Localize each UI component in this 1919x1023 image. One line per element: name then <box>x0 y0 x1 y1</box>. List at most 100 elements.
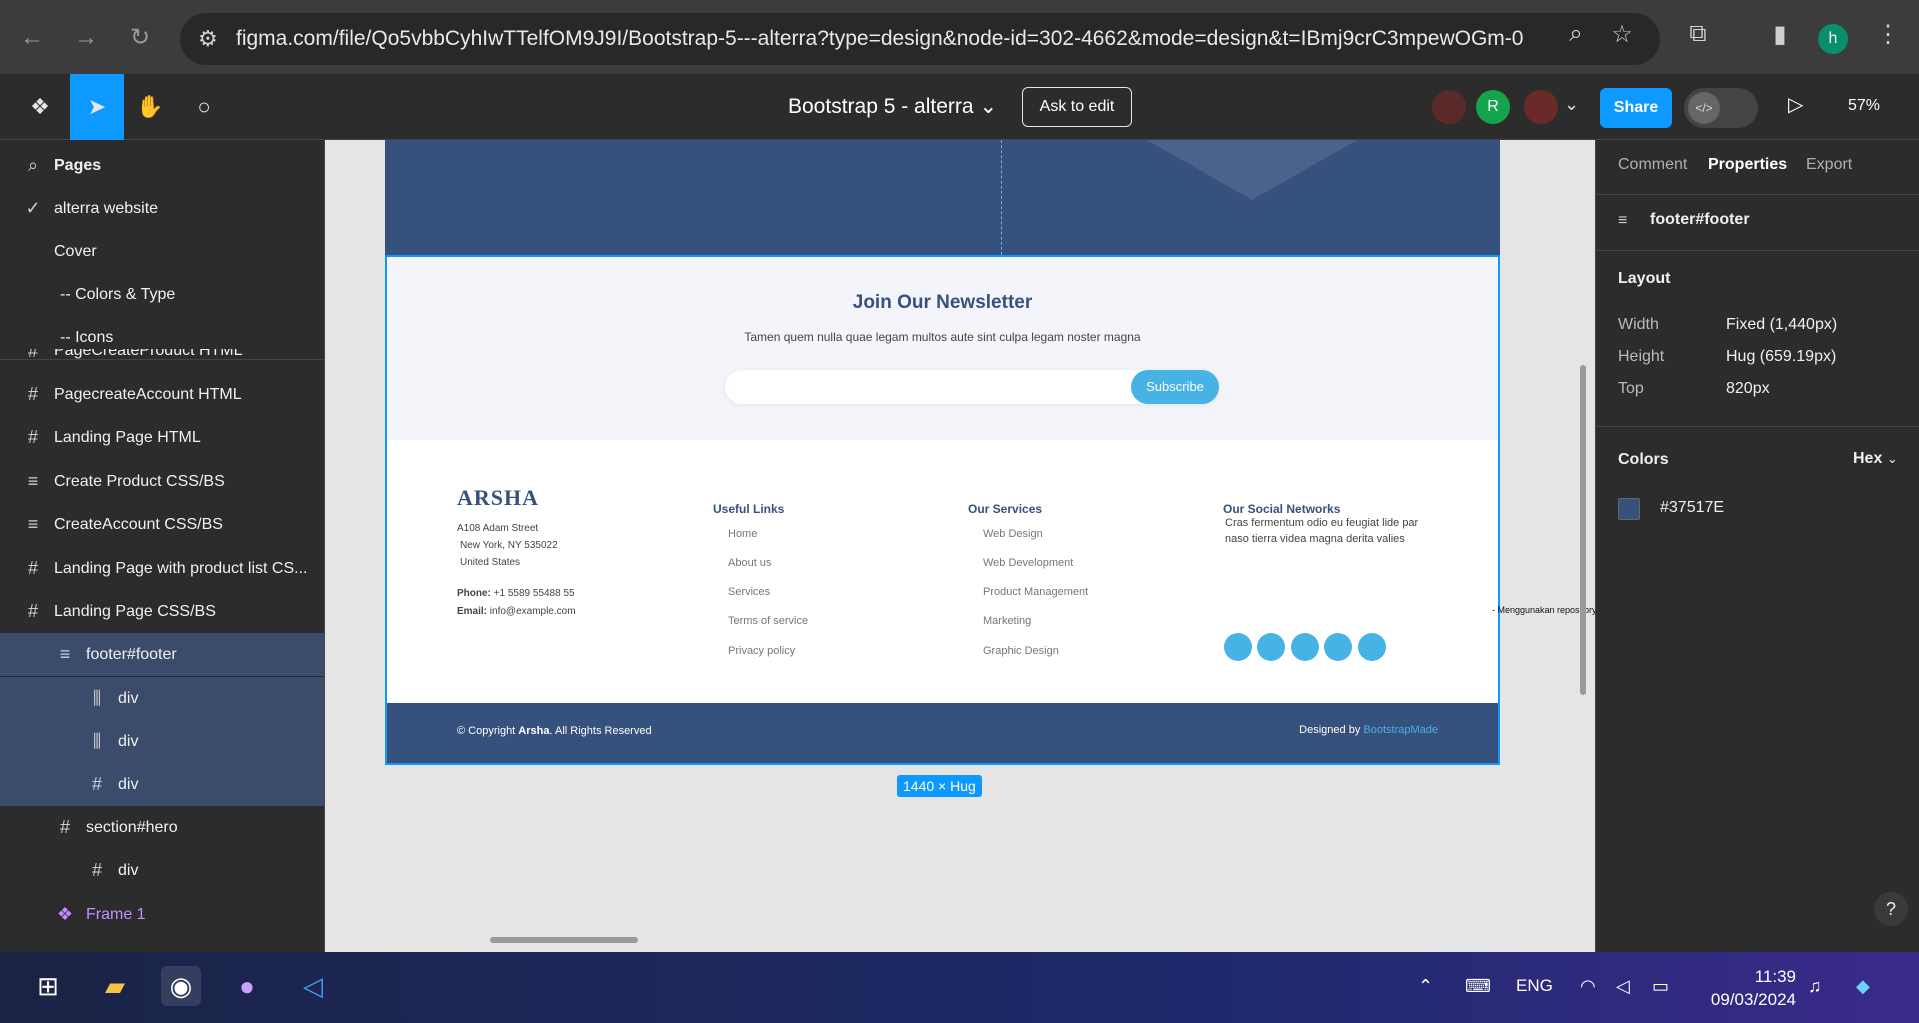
layer-footer-div[interactable]: ⫼ div <box>0 677 324 720</box>
file-explorer-icon[interactable]: ▰ <box>95 966 135 1006</box>
copilot-icon[interactable]: ◆ <box>1856 976 1870 997</box>
design-canvas[interactable]: Join Our Newsletter Tamen quem nulla qua… <box>325 140 1595 952</box>
page-item-alterra-website[interactable]: ✓ alterra website <box>0 187 324 230</box>
avatar[interactable] <box>1432 90 1466 124</box>
footer-frame[interactable]: Join Our Newsletter Tamen quem nulla qua… <box>385 255 1595 765</box>
vscode-icon[interactable]: ◁ <box>293 966 333 1006</box>
layer-pagecreateproduct-html[interactable]: # PageCreateProduct HTML <box>0 349 324 371</box>
layer-pagecreateaccount-html[interactable]: # PagecreateAccount HTML <box>0 373 324 416</box>
service-link-graphic-design[interactable]: Graphic Design <box>983 645 1059 657</box>
chevron-down-icon: ⌄ <box>1886 451 1898 466</box>
avatar[interactable] <box>1524 90 1558 124</box>
more-menu-icon[interactable]: ⋮ <box>1870 20 1906 49</box>
bookmark-star-icon[interactable]: ☆ <box>1604 20 1640 49</box>
color-value[interactable]: #37517E <box>1660 499 1724 517</box>
footer-link-services[interactable]: Services <box>728 586 770 598</box>
extensions-icon[interactable]: ⧉ <box>1680 20 1716 48</box>
language-indicator[interactable]: ENG <box>1516 976 1553 996</box>
layer-section-hero[interactable]: # section#hero <box>0 806 324 849</box>
width-value[interactable]: Fixed (1,440px) <box>1726 316 1837 334</box>
figma-menu-icon[interactable]: ❖ <box>14 74 66 140</box>
tab-export[interactable]: Export <box>1806 156 1852 174</box>
footer-link-terms[interactable]: Terms of service <box>728 615 808 627</box>
share-button[interactable]: Share <box>1600 88 1672 128</box>
social-icon[interactable] <box>1358 633 1386 661</box>
service-link-web-development[interactable]: Web Development <box>983 557 1073 569</box>
profile-avatar[interactable]: h <box>1818 24 1848 54</box>
subscribe-button[interactable]: Subscribe <box>1131 370 1219 404</box>
hero-section-frame[interactable] <box>385 140 1500 255</box>
side-panel-icon[interactable]: ▮ <box>1762 20 1798 49</box>
service-link-marketing[interactable]: Marketing <box>983 615 1031 627</box>
site-info-icon[interactable]: ⚙ <box>198 26 218 52</box>
pages-header[interactable]: ⌕ Pages <box>0 144 324 187</box>
reload-icon[interactable]: ↻ <box>122 20 158 56</box>
address-line: United States <box>460 557 521 568</box>
newsletter-email-input[interactable]: Subscribe <box>725 370 1219 404</box>
layer-hero-div[interactable]: # div <box>0 849 324 892</box>
present-icon[interactable]: ▷ <box>1788 92 1803 117</box>
tab-comment[interactable]: Comment <box>1618 156 1687 174</box>
horizontal-scrollbar[interactable] <box>490 937 638 943</box>
avatar[interactable]: R <box>1476 90 1510 124</box>
autolayout-icon: ≡ <box>59 644 71 664</box>
footer-link-home[interactable]: Home <box>728 528 757 540</box>
height-value[interactable]: Hug (659.19px) <box>1726 348 1836 366</box>
social-icon[interactable] <box>1291 633 1319 661</box>
color-swatch[interactable] <box>1618 498 1640 520</box>
layer-landing-page-css[interactable]: # Landing Page CSS/BS <box>0 590 324 633</box>
back-icon[interactable]: ← <box>14 20 50 56</box>
layer-footer[interactable]: ≡ footer#footer <box>0 633 324 676</box>
layer-create-product-css[interactable]: ≡ Create Product CSS/BS <box>0 460 324 503</box>
ask-to-edit-button[interactable]: Ask to edit <box>1022 87 1132 127</box>
vertical-scrollbar[interactable] <box>1580 365 1586 695</box>
clock[interactable]: 11:39 09/03/2024 <box>1700 965 1796 1011</box>
chevron-up-icon[interactable]: ⌃ <box>1418 976 1433 997</box>
hand-tool-icon[interactable]: ✋ <box>124 74 176 140</box>
autolayout-icon: ≡ <box>1618 212 1628 229</box>
color-format-select[interactable]: Hex ⌄ <box>1853 450 1898 468</box>
layer-frame-1[interactable]: ❖ Frame 1 <box>0 893 324 936</box>
battery-icon[interactable]: ▭ <box>1652 976 1669 997</box>
search-icon[interactable]: ⌕ <box>1558 20 1594 48</box>
footer-link-about[interactable]: About us <box>728 557 771 569</box>
page-item-cover[interactable]: Cover <box>0 230 324 273</box>
comment-tool-icon[interactable]: ○ <box>178 74 230 140</box>
url-text[interactable]: figma.com/file/Qo5vbbCyhIwTTelfOM9J9I/Bo… <box>236 27 1523 51</box>
footer-link-privacy[interactable]: Privacy policy <box>728 645 795 657</box>
forward-icon[interactable]: → <box>68 20 104 56</box>
volume-icon[interactable]: ◁ <box>1616 976 1630 997</box>
page-item-colors-type[interactable]: -- Colors & Type <box>0 273 324 316</box>
layer-landing-page-product-list[interactable]: # Landing Page with product list CS... <box>0 547 324 590</box>
social-icon[interactable] <box>1224 633 1252 661</box>
bootstrapmade-link[interactable]: BootstrapMade <box>1363 724 1438 736</box>
address-bar[interactable]: ⚙ figma.com/file/Qo5vbbCyhIwTTelfOM9J9I/… <box>180 13 1660 65</box>
wifi-icon[interactable]: ◠ <box>1580 976 1596 997</box>
service-link-product-management[interactable]: Product Management <box>983 586 1088 598</box>
github-desktop-icon[interactable]: ● <box>227 966 267 1006</box>
social-icon[interactable] <box>1324 633 1352 661</box>
tab-properties[interactable]: Properties <box>1708 156 1787 174</box>
move-tool-icon[interactable]: ➤ <box>70 74 124 140</box>
layer-createaccount-css[interactable]: ≡ CreateAccount CSS/BS <box>0 503 324 546</box>
layer-footer-div[interactable]: ⫼ div <box>0 720 324 763</box>
service-link-web-design[interactable]: Web Design <box>983 528 1043 540</box>
autolayout-horizontal-icon: ⫼ <box>92 731 102 751</box>
layer-footer-div[interactable]: # div <box>0 763 324 806</box>
zoom-level[interactable]: 57% <box>1848 97 1880 115</box>
keyboard-icon[interactable]: ⌨ <box>1465 976 1491 997</box>
social-icon[interactable] <box>1257 633 1285 661</box>
notification-bell-icon[interactable]: ♫ <box>1808 976 1822 997</box>
help-button[interactable]: ? <box>1874 892 1908 926</box>
chrome-icon[interactable]: ◉ <box>161 966 201 1006</box>
dev-mode-toggle[interactable]: </> <box>1684 88 1758 128</box>
chevron-down-icon[interactable]: ⌄ <box>1564 94 1579 115</box>
windows-start-icon[interactable]: ⊞ <box>28 966 68 1006</box>
top-value[interactable]: 820px <box>1726 380 1770 398</box>
search-icon[interactable]: ⌕ <box>22 144 44 187</box>
useful-links-heading: Useful Links <box>713 502 785 516</box>
layer-landing-page-html[interactable]: # Landing Page HTML <box>0 416 324 459</box>
file-title[interactable]: Bootstrap 5 - alterra ⌄ <box>788 94 997 119</box>
address-line: New York, NY 535022 <box>460 540 558 551</box>
phone-line: Phone: +1 5589 55488 55 <box>457 588 575 599</box>
